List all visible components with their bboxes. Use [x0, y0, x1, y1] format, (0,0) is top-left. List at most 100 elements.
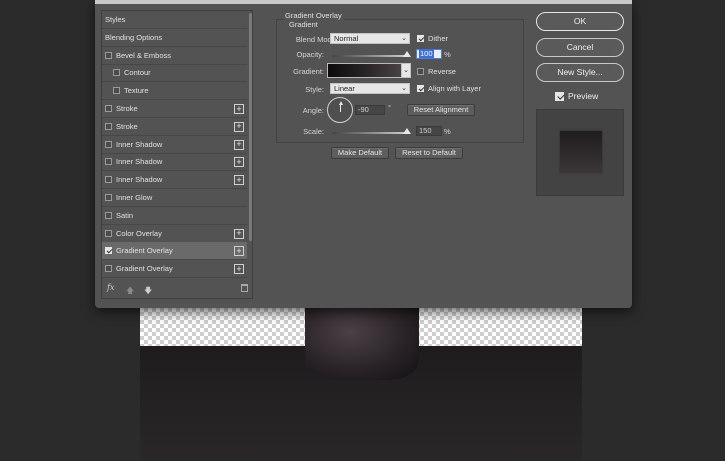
add-effect-plus-icon[interactable]: + — [234, 104, 244, 114]
styles-list-item[interactable]: Satin — [102, 207, 247, 225]
style-enable-checkbox[interactable] — [105, 176, 112, 184]
new-style-button[interactable]: New Style... — [536, 63, 624, 82]
styles-list-item-label: Inner Shadow — [116, 157, 163, 167]
styles-list-item-label: Gradient Overlay — [116, 246, 173, 256]
move-up-icon[interactable]: 🡅 — [126, 285, 134, 299]
styles-list-item[interactable]: Styles — [102, 11, 247, 29]
styles-list-item[interactable]: Blending Options — [102, 29, 247, 47]
blend-mode-select[interactable]: Normal ⌄ — [330, 33, 410, 44]
add-effect-plus-icon[interactable]: + — [234, 228, 244, 239]
style-value: Linear — [334, 84, 355, 93]
styles-list-item[interactable]: Inner Shadow + — [102, 171, 247, 190]
align-with-layer-checkbox[interactable] — [417, 85, 424, 92]
scale-value: 150 — [419, 126, 432, 135]
styles-list-item-label: Satin — [116, 210, 134, 220]
opacity-label: Opacity: — [296, 50, 324, 59]
style-preview-box — [536, 109, 624, 196]
trash-icon[interactable] — [241, 284, 248, 292]
styles-list-item-label: Gradient Overlay — [116, 264, 173, 274]
add-effect-plus-icon[interactable]: + — [234, 139, 244, 150]
add-effect-plus-icon[interactable]: + — [234, 264, 244, 275]
chevron-down-icon: ⌄ — [401, 85, 407, 92]
degree-unit: ° — [388, 103, 391, 112]
fx-menu-button[interactable]: fx — [107, 283, 114, 292]
cancel-button[interactable]: Cancel — [536, 38, 624, 57]
style-enable-checkbox[interactable] — [105, 158, 112, 166]
add-effect-plus-icon[interactable]: + — [234, 175, 244, 186]
add-effect-plus-icon[interactable]: + — [234, 246, 244, 257]
styles-list-item-label: Inner Shadow — [116, 139, 163, 149]
styles-list: Styles Blending Options Bevel & Emboss Cont… — [101, 10, 253, 299]
style-enable-checkbox[interactable] — [113, 69, 120, 77]
styles-list-item-label: Texture — [124, 86, 149, 96]
angle-label: Angle: — [302, 106, 324, 115]
angle-needle-tip — [338, 101, 343, 105]
style-label: Style: — [305, 85, 324, 94]
gradient-swatch[interactable] — [327, 63, 402, 78]
styles-list-item-label: Color Overlay — [116, 228, 162, 238]
move-down-icon[interactable]: 🡇 — [144, 285, 152, 299]
style-enable-checkbox[interactable] — [105, 105, 112, 112]
styles-list-item-label: Inner Glow — [116, 193, 153, 202]
styles-list-footer: fx 🡅 🡇 — [102, 280, 252, 298]
reset-alignment-button[interactable]: Reset Alignment — [407, 104, 475, 116]
reverse-checkbox[interactable] — [417, 68, 424, 75]
style-enable-checkbox[interactable] — [105, 265, 112, 273]
dither-checkbox-row[interactable]: Dither — [417, 34, 448, 43]
styles-list-item[interactable]: Inner Glow — [102, 189, 247, 207]
gradient-picker-chevron-icon[interactable]: ⌄ — [401, 63, 411, 78]
dialog-titlebar[interactable] — [95, 0, 632, 4]
ok-button[interactable]: OK — [536, 12, 624, 31]
add-effect-plus-icon[interactable]: + — [234, 157, 244, 168]
styles-list-item[interactable]: Gradient Overlay + — [102, 260, 247, 279]
scale-slider-track[interactable] — [332, 132, 407, 134]
document-canvas — [140, 300, 582, 461]
align-with-layer-label: Align with Layer — [428, 84, 481, 93]
opacity-slider-track[interactable] — [332, 55, 407, 57]
styles-list-item[interactable]: Bevel & Emboss — [102, 47, 247, 65]
dither-checkbox[interactable] — [417, 35, 424, 42]
styles-list-item-label: Blending Options — [105, 32, 163, 42]
preview-checkbox[interactable] — [555, 91, 564, 101]
style-enable-checkbox[interactable] — [105, 194, 112, 201]
add-effect-plus-icon[interactable]: + — [234, 121, 244, 132]
make-default-button[interactable]: Make Default — [331, 147, 389, 159]
styles-list-item-label: Bevel & Emboss — [116, 50, 172, 60]
scale-unit: % — [444, 127, 451, 136]
angle-dial[interactable] — [327, 97, 353, 123]
style-enable-checkbox[interactable] — [105, 229, 112, 237]
scale-input[interactable]: 150 — [416, 126, 442, 136]
chevron-down-icon: ⌄ — [401, 35, 407, 42]
reverse-checkbox-row[interactable]: Reverse — [417, 67, 456, 76]
section-title: Gradient Overlay — [283, 11, 344, 20]
style-enable-checkbox[interactable] — [105, 211, 112, 219]
opacity-slider-thumb[interactable] — [403, 51, 411, 57]
styles-list-item[interactable]: Inner Shadow + — [102, 136, 247, 154]
styles-list-item[interactable]: Color Overlay + — [102, 225, 247, 243]
angle-input[interactable]: -90 — [355, 105, 385, 115]
style-select[interactable]: Linear ⌄ — [330, 83, 410, 94]
styles-list-scrollbar[interactable] — [249, 13, 252, 241]
style-enable-checkbox[interactable] — [105, 51, 112, 59]
styles-list-item[interactable]: Contour — [102, 64, 247, 83]
reset-to-default-button[interactable]: Reset to Default — [395, 147, 463, 159]
styles-list-item[interactable]: Stroke + — [102, 118, 247, 136]
opacity-value: 100 — [419, 49, 434, 58]
styles-list-item[interactable]: Stroke + — [102, 100, 247, 118]
styles-list-item-label: Styles — [105, 15, 126, 24]
styles-list-item[interactable]: Texture — [102, 82, 247, 101]
styles-list-item[interactable]: Gradient Overlay + — [102, 242, 247, 261]
preview-checkbox-row[interactable]: Preview — [555, 91, 598, 101]
scale-slider-thumb[interactable] — [403, 128, 411, 134]
style-enable-checkbox[interactable] — [105, 247, 112, 255]
opacity-input[interactable]: 100 — [416, 49, 442, 59]
style-enable-checkbox[interactable] — [105, 140, 112, 148]
blend-mode-value: Normal — [334, 34, 359, 43]
align-with-layer-row[interactable]: Align with Layer — [417, 84, 481, 93]
layer-style-dialog: Styles Blending Options Bevel & Emboss Cont… — [95, 0, 632, 308]
angle-value: -90 — [358, 105, 369, 114]
dither-label: Dither — [428, 34, 449, 43]
style-enable-checkbox[interactable] — [113, 87, 120, 95]
styles-list-item[interactable]: Inner Shadow + — [102, 153, 247, 172]
style-enable-checkbox[interactable] — [105, 122, 112, 130]
